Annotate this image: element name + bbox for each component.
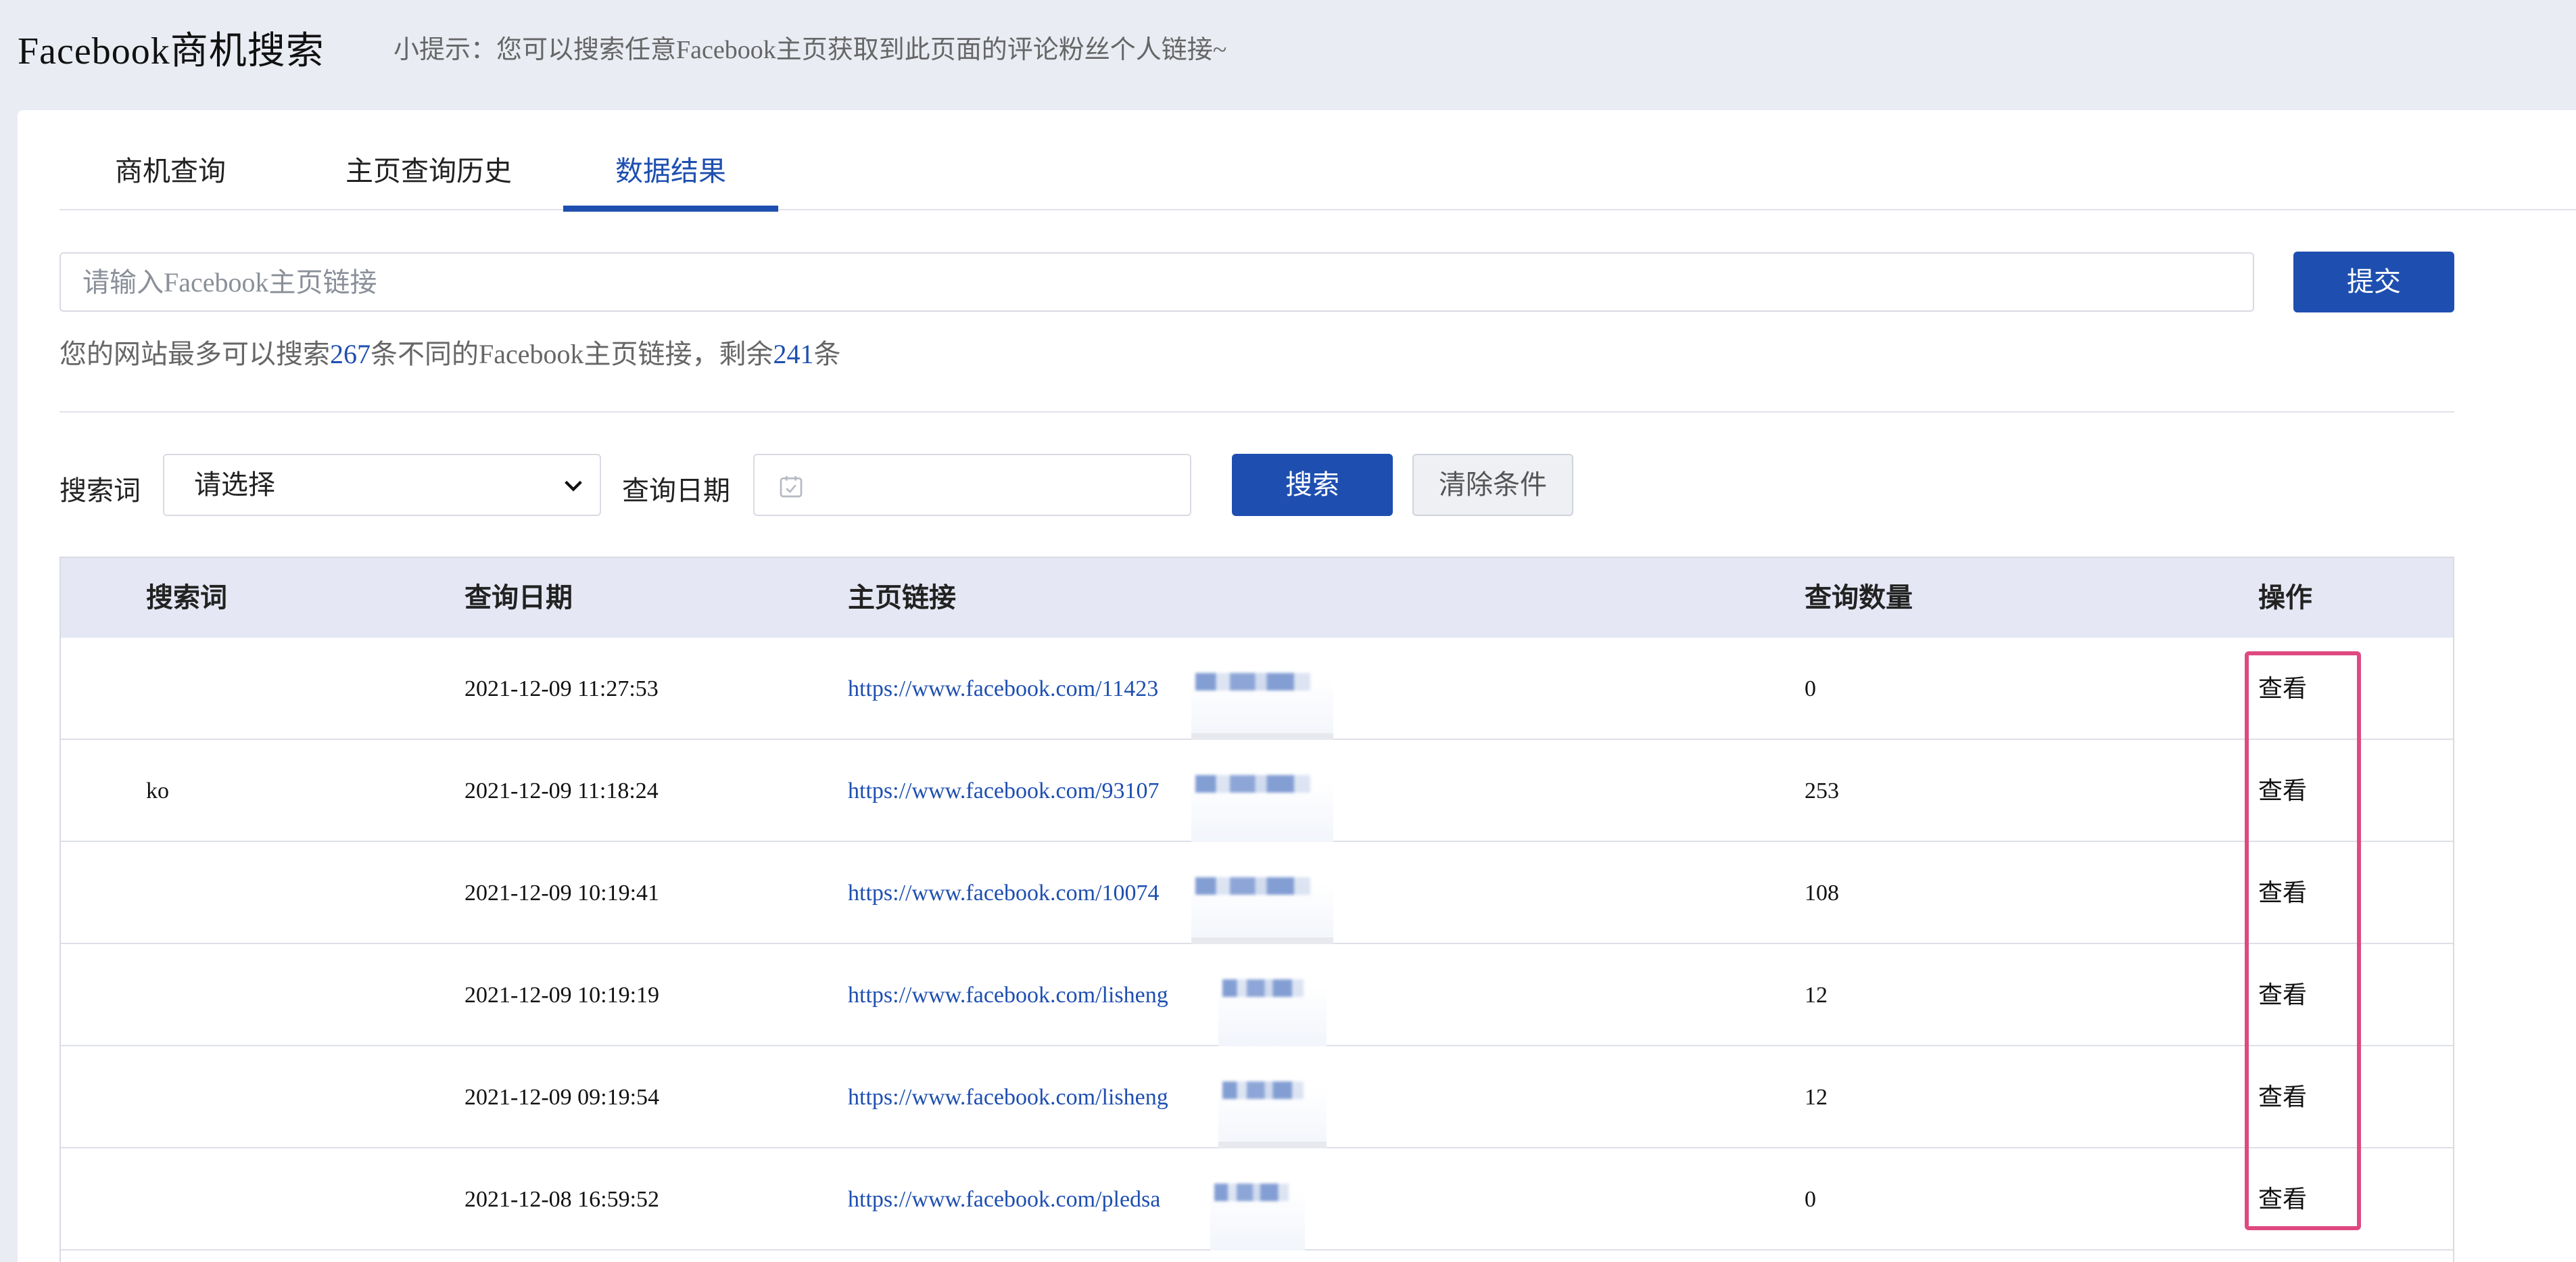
cell-count: 12 (1805, 1085, 1828, 1110)
tab-bar: 商机查询 主页查询历史 数据结果 (59, 110, 2576, 212)
redacted-area (1210, 1148, 1305, 1251)
table-row: ko 2021-12-09 11:18:24 https://www.faceb… (61, 740, 2453, 842)
cell-count: 0 (1805, 1187, 1816, 1212)
cell-page-link[interactable]: https://www.facebook.com/pledsa (848, 1148, 1160, 1251)
app-title: Facebook商机搜索 (18, 30, 325, 72)
cell-page-link[interactable]: https://www.facebook.com/lisheng (848, 944, 1168, 1046)
table-row: 2021-12-09 10:19:19 https://www.facebook… (61, 944, 2453, 1046)
date-picker-input[interactable] (753, 454, 1191, 516)
chevron-down-icon (565, 480, 582, 492)
cell-date: 2021-12-09 11:27:53 (464, 676, 659, 701)
divider (59, 411, 2454, 413)
tab-data-results[interactable]: 数据结果 (563, 110, 778, 212)
cell-page-link[interactable]: https://www.facebook.com/11423 (848, 638, 1158, 740)
keyword-select-value: 请选择 (194, 469, 275, 500)
cell-count: 253 (1805, 778, 1839, 803)
quota-text: 您的网站最多可以搜索267条不同的Facebook主页链接，剩余241条 (59, 339, 841, 369)
cell-page-link[interactable]: https://www.facebook.com/93107 (848, 740, 1160, 842)
cell-page-link[interactable]: https://www.facebook.com/10074 (848, 842, 1160, 944)
redacted-area (1191, 740, 1333, 842)
view-button[interactable]: 查看 (2258, 638, 2307, 740)
cell-date: 2021-12-08 16:59:52 (464, 1187, 660, 1212)
cell-date: 2021-12-09 11:18:24 (464, 778, 659, 803)
col-header-date: 查询日期 (464, 582, 573, 613)
table-header: 搜索词 查询日期 主页链接 查询数量 操作 (61, 558, 2453, 638)
view-button[interactable]: 查看 (2258, 1148, 2307, 1251)
view-button[interactable]: 查看 (2258, 740, 2307, 842)
cell-count: 12 (1805, 983, 1828, 1008)
tab-opportunity-query[interactable]: 商机查询 (103, 110, 238, 210)
view-button[interactable]: 查看 (2258, 944, 2307, 1046)
cell-count: 108 (1805, 881, 1839, 906)
facebook-url-input[interactable] (59, 252, 2254, 312)
table-row: 2021-12-09 11:27:53 https://www.facebook… (61, 638, 2453, 740)
submit-button[interactable]: 提交 (2293, 252, 2454, 312)
table-row: 2021-12-09 10:19:41 https://www.facebook… (61, 842, 2453, 944)
cell-date: 2021-12-09 09:19:54 (464, 1085, 660, 1110)
cell-date: 2021-12-09 10:19:41 (464, 881, 660, 906)
quota-total: 267 (330, 339, 371, 369)
redacted-area (1191, 842, 1333, 944)
redacted-area (1218, 944, 1327, 1046)
col-header-keyword: 搜索词 (146, 582, 227, 613)
keyword-filter-label: 搜索词 (59, 475, 141, 506)
table-row: 2021-12-09 09:19:54 https://www.facebook… (61, 1046, 2453, 1148)
cell-keyword: ko (146, 778, 169, 803)
calendar-icon (780, 476, 803, 498)
cell-date: 2021-12-09 10:19:19 (464, 983, 660, 1008)
redacted-area (1191, 638, 1333, 740)
view-button[interactable]: 查看 (2258, 1046, 2307, 1148)
cell-count: 0 (1805, 676, 1816, 701)
table-row: 2021-12-08 16:59:52 https://www.facebook… (61, 1148, 2453, 1251)
cell-page-link[interactable]: https://www.facebook.com/lisheng (848, 1046, 1168, 1148)
search-button[interactable]: 搜索 (1232, 454, 1393, 516)
tab-page-query-history[interactable]: 主页查询历史 (333, 110, 525, 210)
results-table: 搜索词 查询日期 主页链接 查询数量 操作 2021-12-09 11:27:5… (59, 557, 2454, 1262)
quota-remaining: 241 (773, 339, 814, 369)
col-header-action: 操作 (2258, 582, 2312, 613)
main-card: 商机查询 主页查询历史 数据结果 提交 您的网站最多可以搜索267条不同的Fac… (18, 110, 2576, 1262)
date-filter-label: 查询日期 (622, 475, 730, 506)
tip-text: 小提示：您可以搜索任意Facebook主页获取到此页面的评论粉丝个人链接~ (393, 36, 1227, 64)
view-button[interactable]: 查看 (2258, 842, 2307, 944)
top-header: Facebook商机搜索 小提示：您可以搜索任意Facebook主页获取到此页面… (0, 0, 2576, 110)
col-header-count: 查询数量 (1805, 582, 1913, 613)
col-header-link: 主页链接 (848, 582, 956, 613)
clear-filters-button[interactable]: 清除条件 (1412, 454, 1573, 516)
redacted-area (1218, 1046, 1327, 1148)
keyword-select[interactable]: 请选择 (163, 454, 601, 516)
